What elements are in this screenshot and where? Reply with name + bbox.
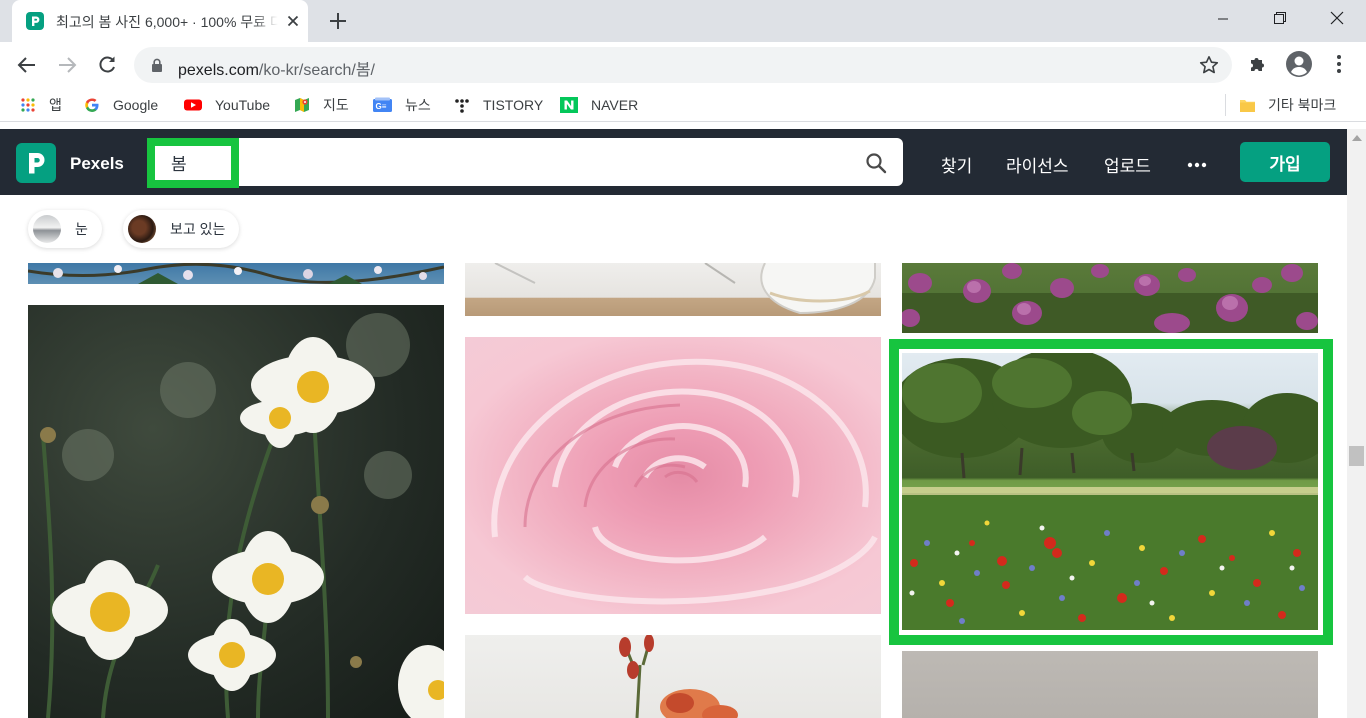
google-icon <box>84 97 100 113</box>
search-bar[interactable] <box>147 138 903 186</box>
related-search-chip[interactable]: 보고 있는 <box>123 210 240 248</box>
search-icon[interactable] <box>865 152 887 174</box>
url-text[interactable]: pexels.com/ko-kr/search/봄/ <box>178 56 375 80</box>
other-bookmarks-label: 기타 북마크 <box>1268 97 1337 113</box>
pexels-favicon-icon <box>26 12 44 30</box>
url-path: /ko-kr/search/봄/ <box>258 62 376 79</box>
join-button[interactable]: 가입 <box>1240 142 1330 182</box>
related-search-chip[interactable]: 눈 <box>28 210 102 248</box>
photo-pink-rose[interactable] <box>465 337 881 614</box>
maps-icon <box>294 97 310 113</box>
bookmark-youtube[interactable]: YouTube <box>184 94 270 116</box>
photo-purple-poppies[interactable] <box>902 263 1318 333</box>
bookmark-star-icon[interactable] <box>1198 54 1220 76</box>
scroll-up-arrow-icon[interactable] <box>1352 135 1362 141</box>
scroll-thumb[interactable] <box>1349 446 1364 466</box>
search-input[interactable] <box>157 146 229 178</box>
forward-arrow-icon[interactable] <box>55 53 79 77</box>
svg-text:G≡: G≡ <box>376 102 387 111</box>
bookmark-google[interactable]: Google <box>84 94 158 116</box>
bookmark-label: NAVER <box>591 97 639 113</box>
pexels-logo-icon[interactable] <box>16 143 56 183</box>
tab-close-icon[interactable] <box>284 12 302 30</box>
extensions-puzzle-icon[interactable] <box>1247 53 1269 75</box>
bookmark-label: YouTube <box>215 97 271 113</box>
folder-icon <box>1240 97 1255 113</box>
bookmark-label: 앱 <box>49 97 62 113</box>
bookmark-apps[interactable]: 앱 <box>20 94 62 116</box>
photo-blossom-sky[interactable] <box>28 263 444 284</box>
bookmark-news[interactable]: G≡ 뉴스 <box>373 94 431 116</box>
address-bar[interactable]: pexels.com/ko-kr/search/봄/ <box>134 47 1232 83</box>
tab-strip: 최고의 봄 사진 6,000+ · 100% 무료 다운로드 · Pexels … <box>0 0 1366 42</box>
url-host: pexels.com <box>178 62 259 79</box>
bookmark-separator <box>1225 94 1226 116</box>
nav-license-link[interactable]: 라이선스 <box>1006 152 1069 177</box>
window-restore-icon[interactable] <box>1264 6 1294 32</box>
pexels-brand-name[interactable]: Pexels <box>70 154 124 174</box>
nav-explore-link[interactable]: 찾기 <box>941 152 972 177</box>
naver-icon <box>560 97 578 113</box>
photo-grey-wall[interactable] <box>902 651 1318 718</box>
photo-orange-flowers[interactable] <box>465 635 881 718</box>
nav-upload-link[interactable]: 업로드 <box>1104 152 1151 177</box>
bookmarks-bar: 앱 Google YouTube 지도 G≡ 뉴스 TISTORY NAVER <box>0 88 1366 122</box>
browser-toolbar: pexels.com/ko-kr/search/봄/ <box>0 42 1366 88</box>
browser-tab[interactable]: 최고의 봄 사진 6,000+ · 100% 무료 다운로드 · Pexels … <box>12 0 308 42</box>
bookmark-label: 뉴스 <box>405 97 431 113</box>
other-bookmarks[interactable]: 기타 북마크 <box>1240 94 1336 116</box>
news-icon: G≡ <box>373 97 392 113</box>
chip-label: 보고 있는 <box>170 221 226 237</box>
back-arrow-icon[interactable] <box>15 53 39 77</box>
bookmark-label: TISTORY <box>483 97 544 113</box>
pexels-header: Pexels 찾기 라이선스 업로드 가입 <box>0 129 1347 195</box>
tistory-icon <box>454 97 470 113</box>
profile-avatar-icon[interactable] <box>1285 50 1313 78</box>
more-dots-icon[interactable] <box>1186 157 1208 168</box>
chip-label: 눈 <box>75 221 88 237</box>
bookmark-tistory[interactable]: TISTORY <box>454 94 543 116</box>
bookmark-label: 지도 <box>323 97 349 113</box>
bookmark-naver[interactable]: NAVER <box>560 94 638 116</box>
photo-wildflower-meadow[interactable] <box>902 353 1318 630</box>
page-scrollbar[interactable] <box>1347 129 1366 718</box>
chip-thumbnail <box>128 215 156 243</box>
tab-title: 최고의 봄 사진 6,000+ · 100% 무료 다운로드 · Pexels … <box>56 14 278 30</box>
window-minimize-icon[interactable] <box>1208 6 1238 32</box>
chip-thumbnail <box>33 215 61 243</box>
photo-glass-vase[interactable] <box>465 263 881 316</box>
photo-daisies[interactable] <box>28 305 444 718</box>
youtube-icon <box>184 97 202 113</box>
bookmark-maps[interactable]: 지도 <box>294 94 349 116</box>
lock-icon[interactable] <box>150 58 164 72</box>
window-close-icon[interactable] <box>1322 6 1352 32</box>
apps-grid-icon <box>20 97 36 113</box>
new-tab-plus-icon[interactable] <box>326 9 350 33</box>
browser-menu-icon[interactable] <box>1330 53 1348 75</box>
bookmark-label: Google <box>113 97 159 113</box>
reload-icon[interactable] <box>95 53 119 77</box>
